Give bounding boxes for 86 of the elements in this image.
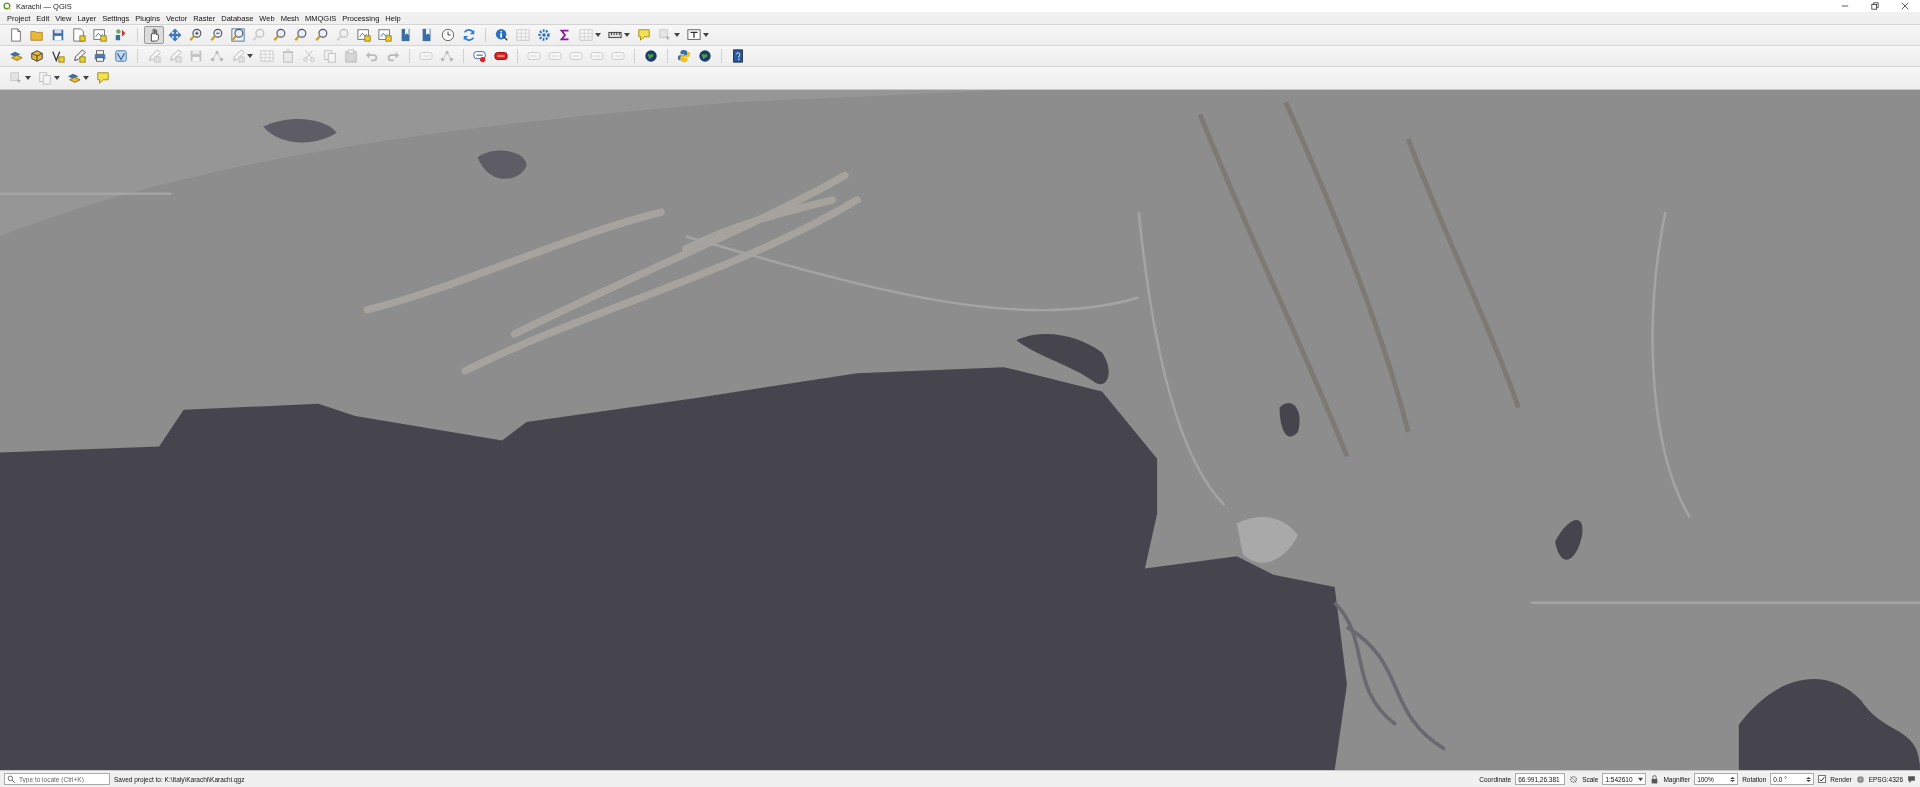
caret-icon	[247, 53, 253, 59]
cube-icon	[30, 49, 44, 63]
pencil-icon	[147, 49, 161, 63]
globe-icon	[644, 49, 658, 63]
caret-icon	[595, 32, 601, 38]
page-icon	[9, 28, 23, 42]
extents-icon	[1569, 774, 1579, 784]
paste-icon	[344, 49, 358, 63]
minimize-icon[interactable]	[1841, 2, 1849, 10]
layer-box-icon	[114, 49, 128, 63]
help-icon	[731, 49, 745, 63]
magnifier-icon	[252, 28, 266, 42]
table-icon	[260, 49, 274, 63]
redo-icon	[386, 49, 400, 63]
document-icon	[72, 28, 86, 42]
bookmark-icon	[399, 28, 413, 42]
gear-icon	[537, 28, 551, 42]
caret-icon	[83, 75, 89, 81]
layers-icon	[9, 49, 23, 63]
map-icon	[378, 28, 392, 42]
nodes-icon	[440, 49, 454, 63]
speech-bubble-icon	[96, 71, 110, 85]
copy-icon	[323, 49, 337, 63]
magnifier-icon	[294, 28, 308, 42]
save-icon	[51, 28, 65, 42]
search-icon	[7, 774, 16, 784]
arrows-icon	[168, 28, 182, 42]
caret-icon	[674, 32, 680, 38]
tool-button[interactable]	[144, 26, 164, 44]
bookmark-icon	[420, 28, 434, 42]
copy-icon	[38, 71, 52, 85]
annotation-icon	[687, 28, 701, 42]
table-icon	[579, 28, 593, 42]
caret-icon	[54, 75, 60, 81]
label-icon	[494, 49, 508, 63]
caret-icon	[1638, 776, 1644, 782]
speech-bubble-icon	[637, 28, 651, 42]
caret-icon	[703, 32, 709, 38]
label-icon	[569, 49, 583, 63]
pencil-icon	[72, 49, 86, 63]
render-checkbox[interactable]	[1818, 775, 1827, 783]
printer-icon	[93, 49, 107, 63]
sigma-icon	[558, 28, 572, 42]
map-icon	[357, 28, 371, 42]
messages-icon	[1907, 774, 1916, 784]
pencil-icon	[168, 49, 182, 63]
info-icon	[495, 28, 509, 42]
trash-icon	[281, 49, 295, 63]
layers-icon	[67, 71, 81, 85]
restore-icon[interactable]	[1871, 2, 1879, 10]
magnifier-icon	[315, 28, 329, 42]
python-icon	[677, 49, 691, 63]
pencil-icon	[231, 49, 245, 63]
folder-icon	[30, 28, 44, 42]
label-icon	[548, 49, 562, 63]
table-icon	[516, 28, 530, 42]
globe-icon	[1855, 774, 1865, 784]
save-icon	[189, 49, 203, 63]
selection-icon	[9, 71, 23, 85]
palette-icon	[114, 28, 128, 42]
line-icon	[51, 49, 65, 63]
label-icon	[611, 49, 625, 63]
map-icon	[93, 28, 107, 42]
clock-icon	[441, 28, 455, 42]
scissors-icon	[302, 49, 316, 63]
caret-icon	[624, 32, 630, 38]
magnifier-icon	[336, 28, 350, 42]
spin-arrows-icon	[1730, 776, 1736, 782]
tool-button[interactable]	[228, 26, 248, 44]
selection-icon	[658, 28, 672, 42]
label-icon	[527, 49, 541, 63]
label-icon	[419, 49, 433, 63]
caret-icon	[25, 75, 31, 81]
nodes-icon	[210, 49, 224, 63]
zoom-out-icon	[210, 28, 224, 42]
magnifier-icon	[273, 28, 287, 42]
refresh-icon	[462, 28, 476, 42]
label-icon	[473, 49, 487, 63]
label-icon	[590, 49, 604, 63]
zoom-extent-icon	[231, 28, 245, 42]
zoom-in-icon	[189, 28, 203, 42]
lock-icon	[1650, 774, 1660, 784]
close-icon[interactable]	[1901, 2, 1909, 10]
spin-arrows-icon	[1806, 776, 1812, 782]
globe-icon	[698, 49, 712, 63]
qgis-logo-icon	[3, 1, 12, 11]
